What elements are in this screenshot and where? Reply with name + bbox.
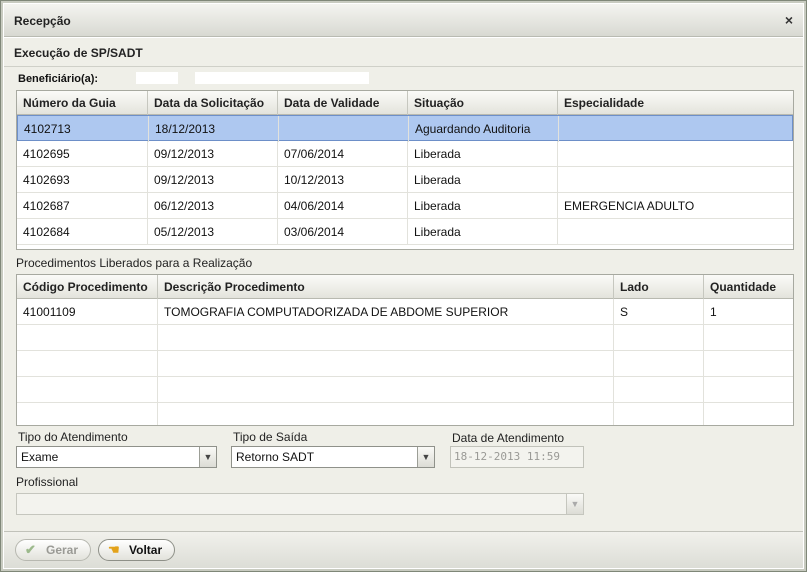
col-lado[interactable]: Lado xyxy=(614,275,704,299)
guide-cell xyxy=(558,167,793,193)
procedure-cell xyxy=(17,325,158,351)
procedure-row[interactable] xyxy=(17,403,793,425)
data-atendimento-field: 18-12-2013 11:59 xyxy=(450,446,584,468)
gerar-button-label: Gerar xyxy=(46,543,79,557)
procedure-cell xyxy=(704,351,793,377)
section-divider xyxy=(4,66,803,67)
guide-cell: 4102693 xyxy=(17,167,148,193)
guide-row[interactable]: 4102693 09/12/2013 10/12/2013 Liberada xyxy=(17,167,793,193)
procedure-cell xyxy=(158,325,614,351)
col-situacao[interactable]: Situação xyxy=(408,91,558,115)
guides-table: Número da Guia Data da Solicitação Data … xyxy=(16,90,794,250)
guide-row[interactable]: 4102684 05/12/2013 03/06/2014 Liberada xyxy=(17,219,793,245)
procedures-table: Código Procedimento Descrição Procedimen… xyxy=(16,274,794,426)
reception-window: Recepção × Execução de SP/SADT Beneficiá… xyxy=(0,0,807,572)
procedure-cell xyxy=(17,377,158,403)
dialog-content: Execução de SP/SADT Beneficiário(a): Núm… xyxy=(4,38,803,531)
guide-cell: 09/12/2013 xyxy=(148,167,278,193)
procedure-cell xyxy=(17,403,158,425)
checkmark-icon: ✔ xyxy=(25,542,36,557)
col-descricao-procedimento[interactable]: Descrição Procedimento xyxy=(158,275,614,299)
col-codigo-procedimento[interactable]: Código Procedimento xyxy=(17,275,158,299)
guide-cell xyxy=(559,116,793,142)
profissional-label: Profissional xyxy=(16,475,79,489)
procedure-cell: 1 xyxy=(710,305,717,319)
procedure-cell xyxy=(17,351,158,377)
chevron-down-icon: ▼ xyxy=(566,494,583,514)
col-quantidade[interactable]: Quantidade xyxy=(704,275,793,299)
procedure-row[interactable] xyxy=(17,377,793,403)
guide-cell xyxy=(558,141,793,167)
beneficiary-name-field xyxy=(195,72,369,84)
voltar-button-label: Voltar xyxy=(129,543,163,557)
guide-cell: Liberada xyxy=(408,219,558,245)
guide-cell: 04/06/2014 xyxy=(278,193,408,219)
tipo-atendimento-label: Tipo do Atendimento xyxy=(18,430,128,444)
window-titlebar[interactable]: Recepção × xyxy=(4,4,803,37)
guide-cell: Liberada xyxy=(408,193,558,219)
guide-cell: 06/12/2013 xyxy=(148,193,278,219)
procedure-cell xyxy=(158,351,614,377)
procedure-cell xyxy=(614,403,704,425)
col-numero-guia[interactable]: Número da Guia xyxy=(17,91,148,115)
data-atendimento-label: Data de Atendimento xyxy=(452,431,565,445)
guide-cell: 4102684 xyxy=(17,219,148,245)
guide-cell: EMERGENCIA ADULTO xyxy=(564,199,695,213)
procedure-cell xyxy=(614,351,704,377)
guide-cell: 09/12/2013 xyxy=(148,141,278,167)
beneficiary-label: Beneficiário(a): xyxy=(18,73,99,85)
col-data-solicitacao[interactable]: Data da Solicitação xyxy=(148,91,278,115)
tipo-saida-label: Tipo de Saída xyxy=(233,430,308,444)
guide-row[interactable]: 4102695 09/12/2013 07/06/2014 Liberada xyxy=(17,141,793,167)
procedures-label: Procedimentos Liberados para a Realizaçã… xyxy=(16,256,253,270)
procedures-table-header: Código Procedimento Descrição Procedimen… xyxy=(17,275,793,299)
tipo-saida-value: Retorno SADT xyxy=(236,450,315,464)
guide-cell: 4102695 xyxy=(17,141,148,167)
procedure-row[interactable]: 41001109 TOMOGRAFIA COMPUTADORIZADA DE AB… xyxy=(17,299,793,325)
procedure-cell xyxy=(614,377,704,403)
guide-cell xyxy=(558,219,793,245)
procedure-cell: 41001109 xyxy=(17,299,158,325)
chevron-down-icon[interactable]: ▼ xyxy=(199,447,216,467)
section-title: Execução de SP/SADT xyxy=(14,46,143,60)
back-hand-icon: ☚ xyxy=(108,542,120,557)
guide-cell: 4102687 xyxy=(17,193,148,219)
guide-row[interactable]: 4102687 06/12/2013 04/06/2014 Liberada EMERG… xyxy=(17,193,793,219)
guide-cell: 03/06/2014 xyxy=(278,219,408,245)
profissional-select: ▼ xyxy=(16,493,584,515)
procedure-cell xyxy=(704,377,793,403)
procedure-row[interactable] xyxy=(17,351,793,377)
procedure-cell xyxy=(158,377,614,403)
guide-cell: 10/12/2013 xyxy=(278,167,408,193)
procedure-cell xyxy=(704,325,793,351)
window-title: Recepção xyxy=(14,14,71,28)
col-especialidade[interactable]: Especialidade xyxy=(558,91,793,115)
guide-cell: 4102713 xyxy=(18,116,149,142)
close-icon[interactable]: × xyxy=(785,12,793,28)
tipo-atendimento-select[interactable]: Exame ▼ xyxy=(16,446,217,468)
procedure-cell xyxy=(158,403,614,425)
voltar-button[interactable]: ☚ Voltar xyxy=(98,539,176,561)
guide-cell: Liberada xyxy=(408,167,558,193)
procedure-row[interactable] xyxy=(17,325,793,351)
guide-cell: 18/12/2013 xyxy=(149,116,279,142)
guide-cell xyxy=(279,116,409,142)
tipo-atendimento-value: Exame xyxy=(21,450,59,464)
gerar-button: ✔ Gerar xyxy=(15,539,92,561)
guide-cell: Liberada xyxy=(408,141,558,167)
guides-table-header: Número da Guia Data da Solicitação Data … xyxy=(17,91,793,115)
beneficiary-code-field xyxy=(136,72,178,84)
procedure-cell xyxy=(614,325,704,351)
guide-cell: 07/06/2014 xyxy=(278,141,408,167)
procedure-cell: S xyxy=(614,299,704,325)
guide-row[interactable]: 4102713 18/12/2013 Aguardando Auditoria xyxy=(17,115,793,142)
chevron-down-icon[interactable]: ▼ xyxy=(417,447,434,467)
procedure-cell xyxy=(704,403,793,425)
col-data-validade[interactable]: Data de Validade xyxy=(278,91,408,115)
guide-cell: 05/12/2013 xyxy=(148,219,278,245)
dialog-footer: ✔ Gerar ☚ Voltar xyxy=(4,531,803,568)
guide-cell: Aguardando Auditoria xyxy=(409,116,559,142)
procedure-cell: TOMOGRAFIA COMPUTADORIZADA DE ABDOME SUP… xyxy=(158,299,614,325)
tipo-saida-select[interactable]: Retorno SADT ▼ xyxy=(231,446,435,468)
